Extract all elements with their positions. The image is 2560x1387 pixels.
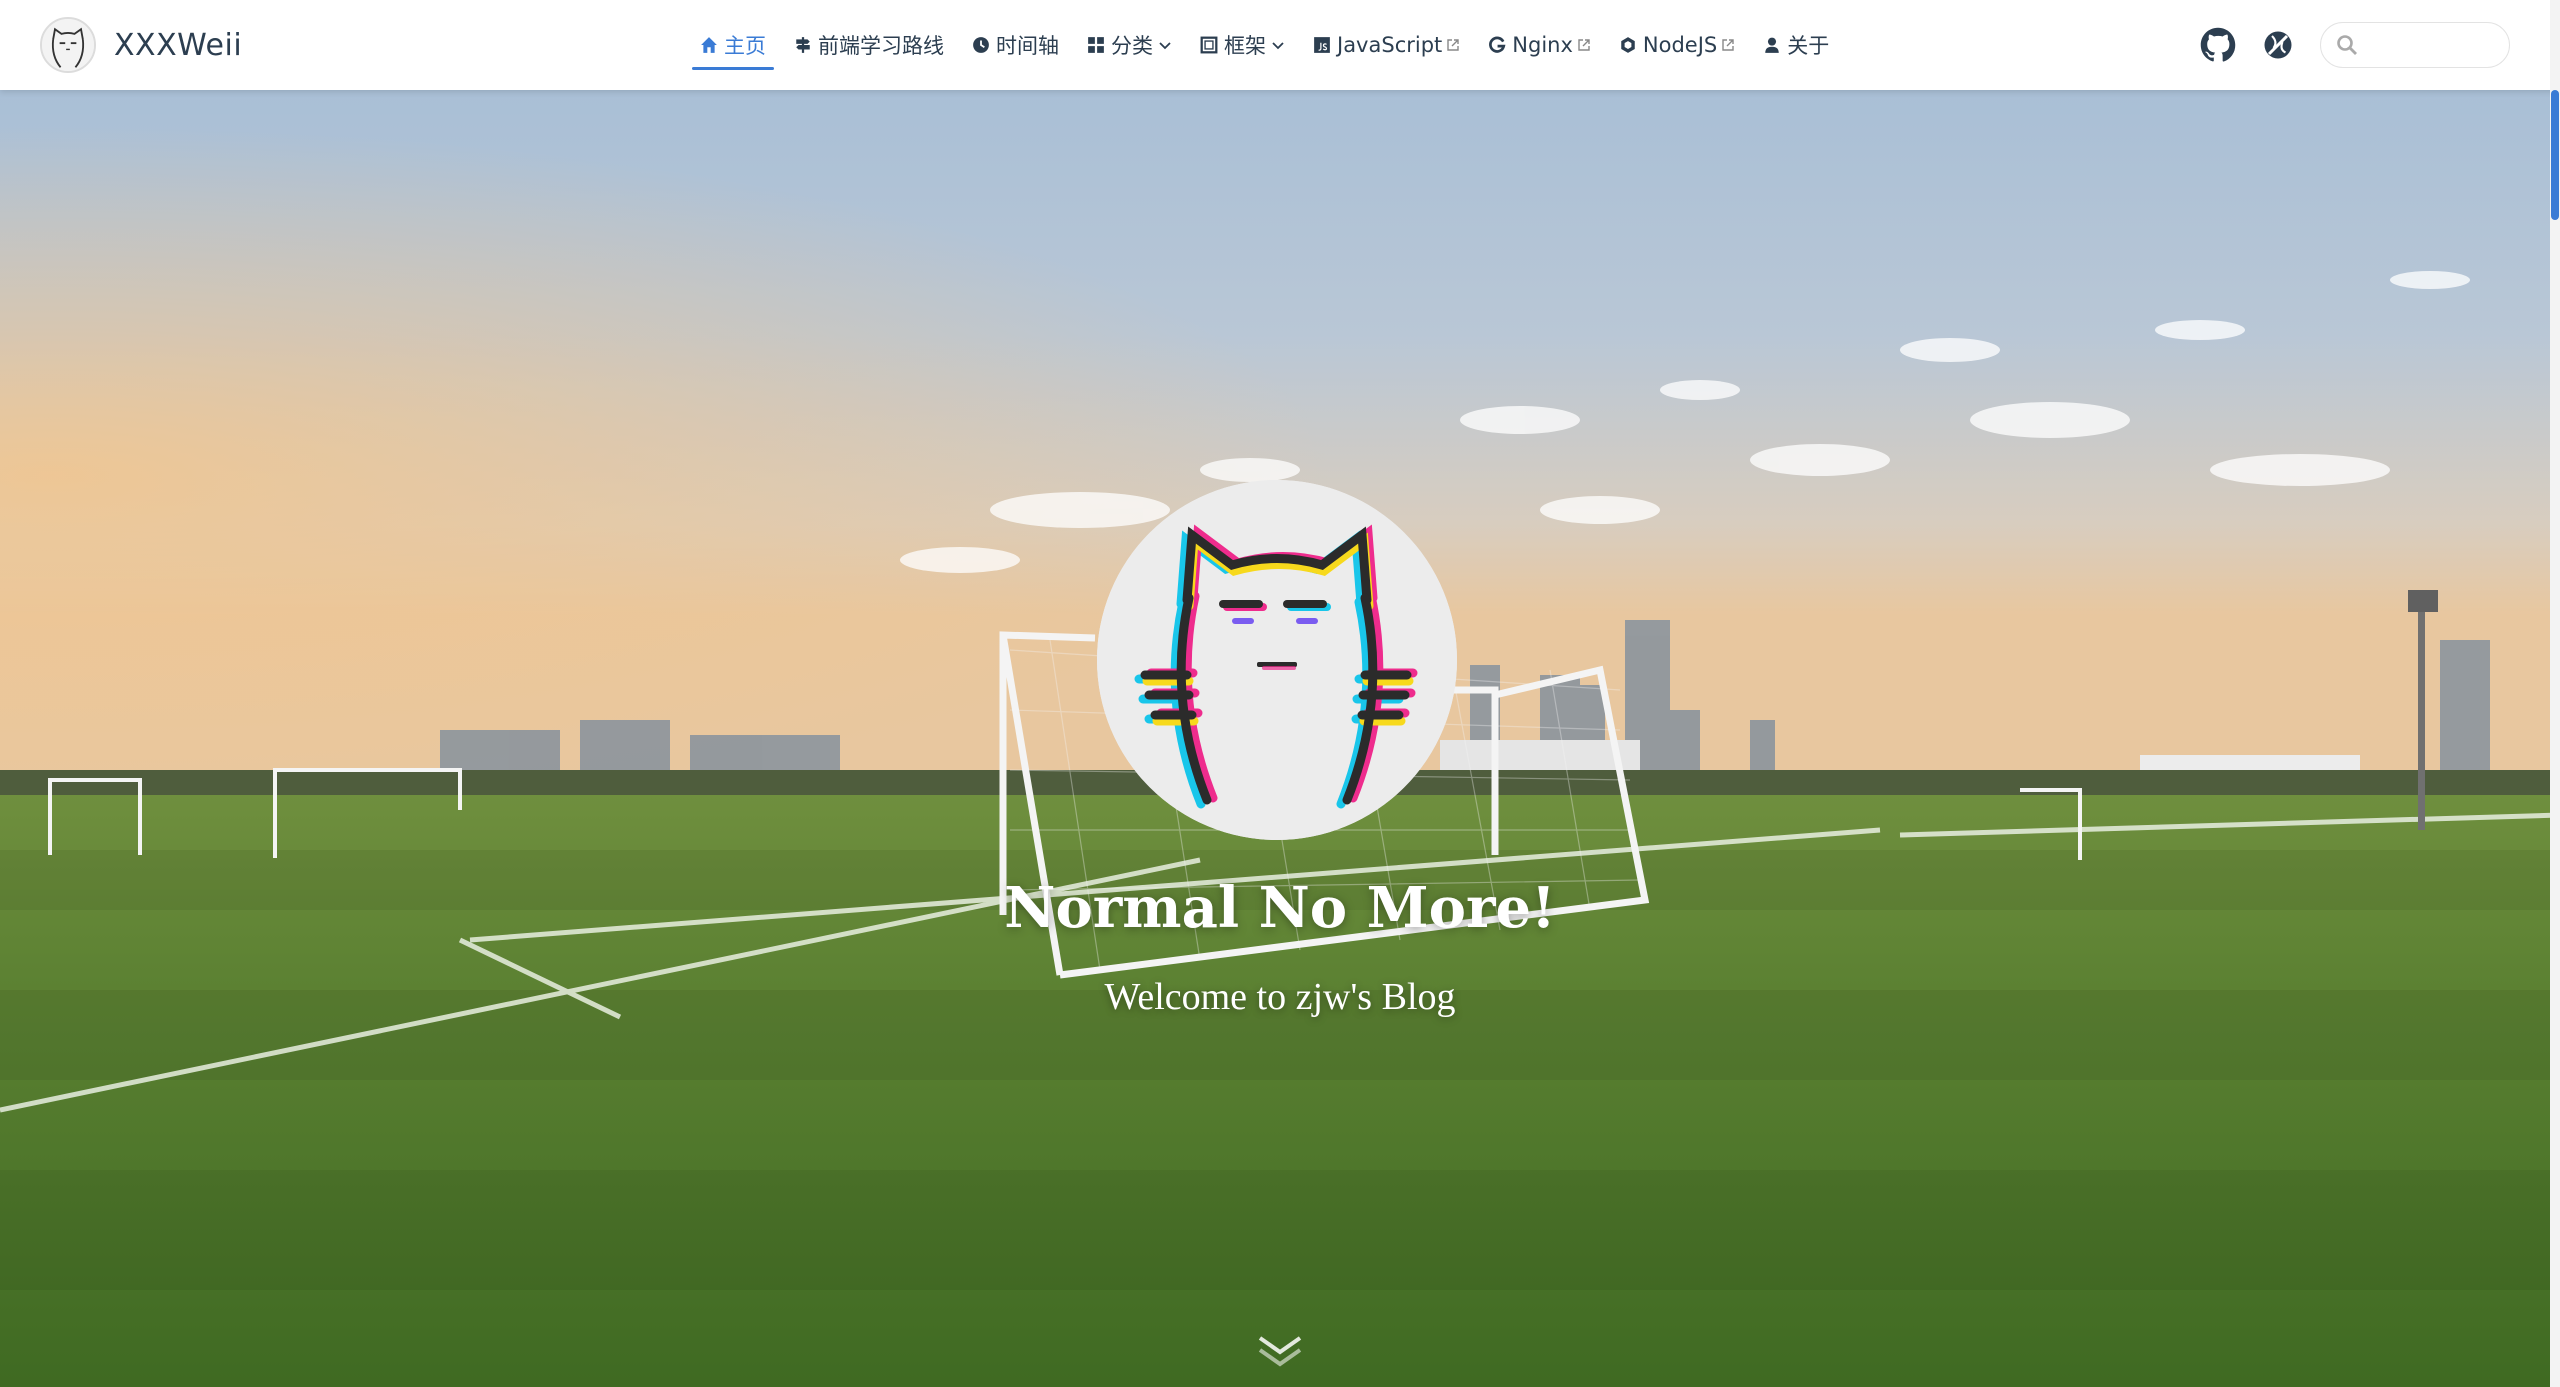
brand-link[interactable]: XXXWeii bbox=[40, 17, 242, 73]
g-icon bbox=[1488, 36, 1506, 54]
nav-item-about[interactable]: 关于 bbox=[1763, 0, 1829, 90]
frame-icon bbox=[1200, 36, 1218, 54]
chevron-down-icon[interactable] bbox=[1255, 1330, 1305, 1370]
nav-item-label: 框架 bbox=[1224, 34, 1266, 58]
chevron-down-icon bbox=[1158, 38, 1172, 52]
nav-item-label: 主页 bbox=[724, 34, 766, 58]
hero-title: Normal No More! bbox=[1004, 875, 1556, 941]
nav-item-nodejs[interactable]: NodeJS bbox=[1619, 0, 1735, 90]
nav-item-label: Nginx bbox=[1512, 33, 1573, 57]
cat-avatar-icon bbox=[40, 17, 96, 73]
scrollbar-thumb[interactable] bbox=[2551, 90, 2559, 220]
brand-name: XXXWeii bbox=[114, 27, 243, 63]
page-scrollbar[interactable] bbox=[2550, 0, 2560, 1387]
nav-item-nginx[interactable]: Nginx bbox=[1488, 0, 1591, 90]
chevron-down-icon bbox=[1271, 38, 1285, 52]
external-link-icon bbox=[1446, 38, 1460, 52]
nav-right bbox=[2200, 0, 2510, 90]
github-icon[interactable] bbox=[2200, 27, 2236, 63]
signpost-icon bbox=[794, 36, 812, 54]
nav-links: 主页 前端学习路线 时间轴 分类 框架 JavaScript Nginx Nod… bbox=[692, 0, 1857, 90]
nav-item-label: NodeJS bbox=[1642, 33, 1718, 57]
external-link-icon bbox=[1577, 38, 1591, 52]
nav-item-roadmap[interactable]: 前端学习路线 bbox=[794, 0, 944, 90]
nav-item-frameworks[interactable]: 框架 bbox=[1200, 0, 1285, 90]
clock-icon bbox=[972, 36, 990, 54]
search-icon bbox=[2335, 33, 2359, 57]
navbar: XXXWeii 主页 前端学习路线 时间轴 分类 框架 JavaScript N… bbox=[0, 0, 2560, 90]
external-link-icon bbox=[1721, 38, 1735, 52]
nav-item-label: JavaScript bbox=[1337, 33, 1443, 57]
nav-item-categories[interactable]: 分类 bbox=[1087, 0, 1172, 90]
nav-item-label: 关于 bbox=[1787, 34, 1830, 58]
glitch-cat-icon bbox=[1097, 480, 1457, 840]
grid-icon bbox=[1087, 36, 1105, 54]
hero-banner: Normal No More! Welcome to zjw's Blog bbox=[0, 90, 2560, 1387]
nav-item-javascript[interactable]: JavaScript bbox=[1313, 0, 1460, 90]
js-icon bbox=[1313, 36, 1331, 54]
search-box[interactable] bbox=[2320, 22, 2510, 68]
nav-item-label: 前端学习路线 bbox=[818, 34, 944, 58]
nav-item-label: 分类 bbox=[1111, 34, 1153, 58]
hero-subtitle: Welcome to zjw's Blog bbox=[1104, 976, 1456, 1018]
hexagon-icon bbox=[1619, 36, 1637, 54]
nav-item-timeline[interactable]: 时间轴 bbox=[972, 0, 1059, 90]
search-input[interactable] bbox=[2367, 33, 2491, 57]
user-icon bbox=[1763, 36, 1781, 54]
theme-icon[interactable] bbox=[2260, 27, 2296, 63]
home-icon bbox=[700, 36, 718, 54]
nav-item-home[interactable]: 主页 bbox=[692, 0, 774, 90]
hero-avatar bbox=[1097, 480, 1457, 840]
nav-item-label: 时间轴 bbox=[996, 34, 1059, 58]
